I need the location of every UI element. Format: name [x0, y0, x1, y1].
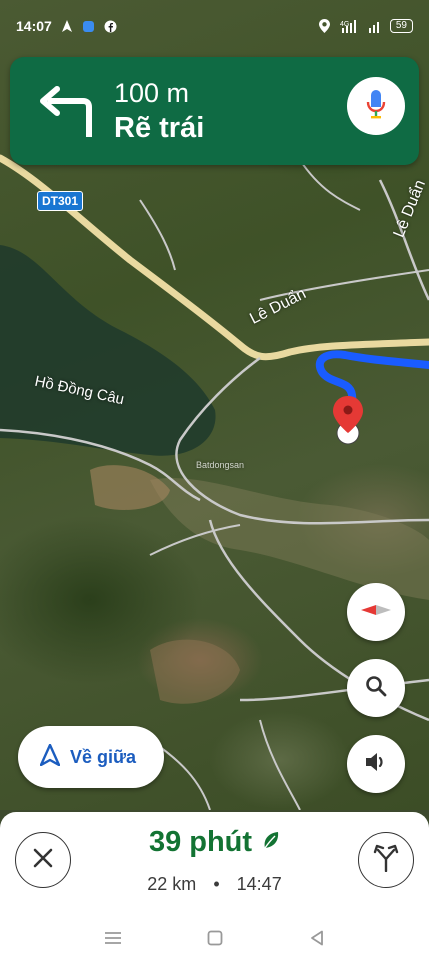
- trip-duration: 39 phút: [148, 826, 253, 858]
- trip-distance: 22 km: [147, 874, 197, 894]
- home-square-icon: [207, 930, 223, 951]
- status-time: 14:07: [16, 18, 52, 34]
- home-button[interactable]: [204, 929, 226, 951]
- trip-separator: •: [213, 874, 220, 894]
- volume-icon: [364, 751, 388, 778]
- location-icon: [318, 19, 332, 33]
- compass-button[interactable]: [347, 583, 405, 641]
- signal-icon: 4G: [340, 19, 360, 33]
- search-button[interactable]: [347, 659, 405, 717]
- recenter-label: Về giữa: [70, 746, 137, 767]
- app-notification-icon: [82, 19, 96, 33]
- navigation-arrow-icon: [60, 19, 74, 33]
- direction-banner[interactable]: 100 m Rẽ trái: [10, 57, 419, 165]
- alternate-routes-button[interactable]: [358, 832, 414, 888]
- microphone-icon: [366, 88, 386, 125]
- distance-to-turn: 100 m: [114, 78, 190, 108]
- navigation-arrow-icon: [39, 743, 61, 771]
- menu-lines-icon: [104, 931, 122, 950]
- system-navigation-bar: [0, 920, 429, 960]
- status-bar: 14:07 4G 59: [0, 0, 429, 52]
- watermark-label: Batdongsan: [196, 460, 245, 470]
- sound-button[interactable]: [347, 735, 405, 793]
- signal-icon-2: [368, 19, 382, 33]
- arrival-time: 14:47: [236, 874, 282, 894]
- route-line: [315, 350, 429, 436]
- compass-icon: [361, 603, 391, 622]
- recenter-button[interactable]: Về giữa: [18, 726, 164, 788]
- turn-instruction: Rẽ trái: [114, 112, 205, 144]
- facebook-icon: [104, 19, 118, 33]
- voice-search-button[interactable]: [347, 77, 405, 135]
- route-shield: DT301: [37, 191, 84, 211]
- back-button[interactable]: [306, 929, 328, 951]
- battery-level: 59: [389, 19, 413, 33]
- recents-button[interactable]: [102, 929, 124, 951]
- back-triangle-icon: [310, 930, 324, 951]
- trip-summary-sheet[interactable]: 39 phút 22 km • 14:47: [0, 812, 429, 920]
- turn-left-icon: [30, 76, 100, 146]
- lake-area: [0, 245, 216, 456]
- destination-pin: [333, 396, 363, 445]
- eco-leaf-icon: [262, 830, 280, 855]
- search-icon: [365, 675, 387, 702]
- fork-route-icon: [373, 844, 399, 877]
